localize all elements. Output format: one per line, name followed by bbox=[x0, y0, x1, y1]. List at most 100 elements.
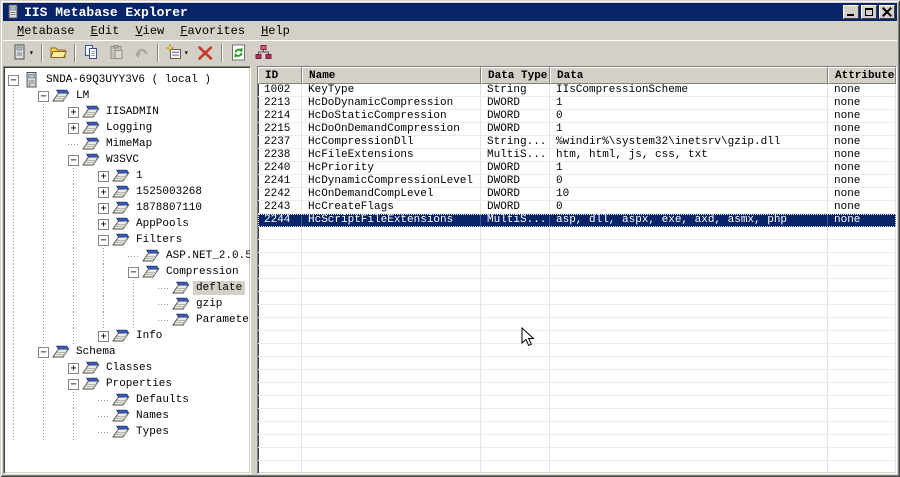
tree-item-1525003268[interactable]: +1525003268 bbox=[8, 184, 248, 200]
menu-item-help[interactable]: Help bbox=[253, 22, 298, 40]
column-header-attributes[interactable]: Attributes bbox=[828, 67, 896, 84]
view-hierarchy-button[interactable] bbox=[251, 42, 276, 64]
tree-item-label[interactable]: ASP.NET_2.0.50727.0 bbox=[163, 249, 250, 263]
list-row-1002[interactable]: 1002 KeyType String IIsCompressionScheme non… bbox=[258, 84, 896, 97]
tree-item-label[interactable]: MimeMap bbox=[103, 137, 155, 151]
delete-icon bbox=[197, 44, 214, 61]
tree-item-label[interactable]: Parameters bbox=[193, 313, 250, 327]
tree-item-label[interactable]: W3SVC bbox=[103, 153, 142, 167]
column-header-id[interactable]: ID bbox=[258, 67, 302, 84]
tree-item-logging[interactable]: + Logging bbox=[8, 120, 248, 136]
new-key-button[interactable]: ▾ bbox=[162, 42, 193, 64]
tree-item-compression[interactable]: − Compression bbox=[8, 264, 248, 280]
tree-item-label[interactable]: Defaults bbox=[133, 393, 192, 407]
menu-item-metabase[interactable]: Metabase bbox=[9, 22, 83, 40]
tree-item-label[interactable]: AppPools bbox=[133, 217, 192, 231]
tree-item-label[interactable]: Types bbox=[133, 425, 172, 439]
tree-item-names[interactable]: Names bbox=[8, 408, 248, 424]
list-row-2215[interactable]: 2215 HcDoOnDemandCompression DWORD 1 none bbox=[258, 123, 896, 136]
tree-item-1878807110[interactable]: +1878807110 bbox=[8, 200, 248, 216]
list-row-2243[interactable]: 2243 HcCreateFlags DWORD 0 none bbox=[258, 201, 896, 214]
close-button[interactable] bbox=[879, 5, 895, 19]
tree-item-iisadmin[interactable]: + IISADMIN bbox=[8, 104, 248, 120]
column-header-data[interactable]: Data bbox=[550, 67, 828, 84]
tree-item-apppools[interactable]: + AppPools bbox=[8, 216, 248, 232]
expand-toggle[interactable]: + bbox=[98, 330, 109, 342]
column-header-data-type[interactable]: Data Type bbox=[481, 67, 550, 84]
list-row-2213[interactable]: 2213 HcDoDynamicCompression DWORD 1 none bbox=[258, 97, 896, 110]
menu-item-view[interactable]: View bbox=[127, 22, 172, 40]
list-row-2240[interactable]: 2240 HcPriority DWORD 1 none bbox=[258, 162, 896, 175]
tree-pane: − SNDA-69Q3UYY3V6 ( local ) − LM + IISADMIN + L… bbox=[3, 66, 251, 474]
list-row-2238[interactable]: 2238 HcFileExtensions MultiS... htm, html, … bbox=[258, 149, 896, 162]
tree-item-label[interactable]: gzip bbox=[193, 297, 225, 311]
menu-item-favorites[interactable]: Favorites bbox=[172, 22, 253, 40]
cell-data: 1 bbox=[550, 97, 828, 110]
maximize-button[interactable] bbox=[861, 5, 877, 19]
tree-item-types[interactable]: Types bbox=[8, 424, 248, 440]
expand-toggle[interactable]: + bbox=[68, 122, 79, 134]
tree-item-filters[interactable]: − Filters bbox=[8, 232, 248, 248]
tree-item-1[interactable]: +1 bbox=[8, 168, 248, 184]
list-row-2241[interactable]: 2241 HcDynamicCompressionLevel DWORD 0 none bbox=[258, 175, 896, 188]
tree-item-label[interactable]: 1 bbox=[133, 169, 146, 183]
expand-toggle[interactable]: + bbox=[98, 218, 109, 230]
tree-item-w3svc[interactable]: − W3SVC bbox=[8, 152, 248, 168]
tree-item-classes[interactable]: + Classes bbox=[8, 360, 248, 376]
list-row-2237[interactable]: 2237 HcCompressionDll String... %windir%\sy… bbox=[258, 136, 896, 149]
refresh-button[interactable] bbox=[226, 42, 251, 64]
tree-item-snda-69q3uyy3v6-local[interactable]: − SNDA-69Q3UYY3V6 ( local ) bbox=[8, 72, 248, 88]
collapse-toggle[interactable]: − bbox=[68, 378, 79, 390]
list-row-2214[interactable]: 2214 HcDoStaticCompression DWORD 0 none bbox=[258, 110, 896, 123]
tree-item-label[interactable]: SNDA-69Q3UYY3V6 ( local ) bbox=[43, 73, 214, 87]
tree-item-label[interactable]: Compression bbox=[163, 265, 242, 279]
list-row-2244[interactable]: 2244 HcScriptFileExtensions MultiS... asp, … bbox=[258, 214, 896, 227]
open-button[interactable] bbox=[46, 42, 71, 64]
tree-item-defaults[interactable]: Defaults bbox=[8, 392, 248, 408]
connect-button[interactable]: ▾ bbox=[7, 42, 38, 64]
tree-item-label[interactable]: 1878807110 bbox=[133, 201, 205, 215]
collapse-toggle[interactable]: − bbox=[128, 266, 139, 278]
expand-toggle[interactable]: + bbox=[68, 106, 79, 118]
expand-toggle[interactable]: + bbox=[98, 202, 109, 214]
title-bar[interactable]: IIS Metabase Explorer bbox=[3, 3, 897, 21]
tree-item-label[interactable]: Names bbox=[133, 409, 172, 423]
tree-item-label[interactable]: Schema bbox=[73, 345, 119, 359]
tree-item-deflate[interactable]: deflate bbox=[8, 280, 248, 296]
tree-item-properties[interactable]: − Properties bbox=[8, 376, 248, 392]
collapse-toggle[interactable]: − bbox=[38, 90, 49, 102]
collapse-toggle[interactable]: − bbox=[38, 346, 49, 358]
tree-guide-line bbox=[68, 248, 98, 264]
tree-item-label[interactable]: Properties bbox=[103, 377, 175, 391]
expand-toggle[interactable]: + bbox=[98, 170, 109, 182]
collapse-toggle[interactable]: − bbox=[98, 234, 109, 246]
tree-item-label[interactable]: Logging bbox=[103, 121, 155, 135]
tree-item-label[interactable]: Info bbox=[133, 329, 165, 343]
tree-item-asp-net-2-0-50727-0[interactable]: ASP.NET_2.0.50727.0 bbox=[8, 248, 250, 264]
tree-item-label[interactable]: Filters bbox=[133, 233, 185, 247]
tree-item-label[interactable]: Classes bbox=[103, 361, 155, 375]
delete-button[interactable] bbox=[193, 42, 218, 64]
column-header-name[interactable]: Name bbox=[302, 67, 481, 84]
dropdown-arrow-icon[interactable]: ▾ bbox=[29, 48, 34, 58]
menu-item-edit[interactable]: Edit bbox=[83, 22, 128, 40]
collapse-toggle[interactable]: − bbox=[68, 154, 79, 166]
copy-button[interactable] bbox=[79, 42, 104, 64]
tree-item-schema[interactable]: − Schema bbox=[8, 344, 248, 360]
minimize-button[interactable] bbox=[843, 5, 859, 19]
tree-item-info[interactable]: + Info bbox=[8, 328, 248, 344]
tree-item-label[interactable]: IISADMIN bbox=[103, 105, 162, 119]
expand-toggle[interactable]: + bbox=[98, 186, 109, 198]
tree-item-lm[interactable]: − LM bbox=[8, 88, 248, 104]
dropdown-arrow-icon[interactable]: ▾ bbox=[184, 48, 189, 58]
tree-item-label[interactable]: 1525003268 bbox=[133, 185, 205, 199]
tree-item-label[interactable]: LM bbox=[73, 89, 92, 103]
tree-item-gzip[interactable]: gzip bbox=[8, 296, 248, 312]
expand-toggle[interactable]: + bbox=[68, 362, 79, 374]
collapse-toggle[interactable]: − bbox=[8, 74, 19, 86]
list-row-2242[interactable]: 2242 HcOnDemandCompLevel DWORD 10 none bbox=[258, 188, 896, 201]
tree-item-mimemap[interactable]: MimeMap bbox=[8, 136, 248, 152]
tree-item-label[interactable]: deflate bbox=[193, 281, 246, 295]
tree-item-parameters[interactable]: Parameters bbox=[8, 312, 250, 328]
tree-guide-line bbox=[68, 280, 98, 296]
